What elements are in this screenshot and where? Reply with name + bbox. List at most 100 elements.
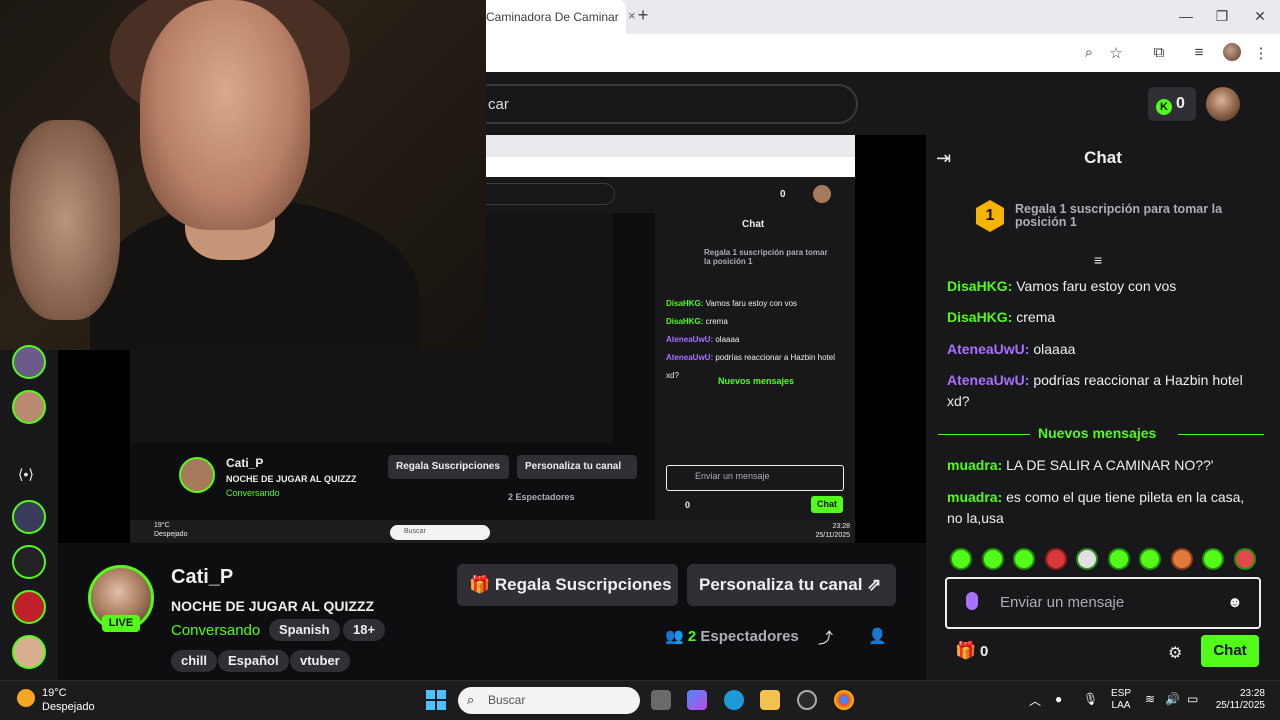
collapse-chat-icon[interactable]: ⇥: [936, 148, 951, 169]
minimize-button[interactable]: —: [1176, 8, 1196, 24]
chat-username[interactable]: DisaHKG: [947, 278, 1008, 294]
maximize-button[interactable]: ❐: [1212, 8, 1232, 25]
extensions-icon[interactable]: ⧉: [1150, 44, 1168, 61]
emote-icon[interactable]: [1139, 548, 1161, 570]
chat-username[interactable]: AteneaUwU: [947, 341, 1025, 357]
emoji-picker-icon[interactable]: ☻: [1227, 594, 1243, 611]
nested-gift-count: 0: [685, 500, 691, 510]
nested-weather: Despejado: [154, 531, 188, 538]
tag-chip[interactable]: chill: [171, 650, 218, 672]
weather-temperature[interactable]: 19°C: [42, 687, 67, 699]
nested-viewers: 2 Espectadores: [508, 492, 575, 502]
media-control-icon[interactable]: ≡: [1190, 44, 1208, 61]
search-icon: ⌕: [467, 692, 475, 707]
stream-category[interactable]: Conversando: [171, 622, 260, 639]
expand-sidebar-icon[interactable]: ⟨•⟩: [18, 466, 34, 483]
wifi-icon[interactable]: ≋: [1145, 692, 1155, 706]
recommended-channel-avatar[interactable]: [12, 590, 46, 624]
chat-username[interactable]: muadra: [947, 489, 998, 505]
new-tab-button[interactable]: +: [633, 5, 653, 26]
chat-title: Chat: [1084, 148, 1122, 167]
emote-icon[interactable]: [950, 548, 972, 570]
chat-message: muadra: es como el que tiene pileta en l…: [947, 487, 1257, 529]
obs-icon[interactable]: [797, 690, 817, 710]
file-explorer-icon[interactable]: [760, 690, 780, 710]
weather-description[interactable]: Despejado: [42, 701, 95, 713]
antivirus-icon[interactable]: ●: [1055, 692, 1062, 706]
edge-icon[interactable]: [724, 690, 744, 710]
kick-coin-icon: K: [1156, 99, 1172, 115]
emote-icon[interactable]: [1234, 548, 1256, 570]
microphone-icon[interactable]: [966, 592, 978, 610]
divider-line: [1178, 434, 1264, 435]
emote-icon[interactable]: [982, 548, 1004, 570]
zoom-icon[interactable]: ⌕: [1080, 44, 1098, 61]
recommended-channel-avatar[interactable]: [12, 635, 46, 669]
share-icon[interactable]: ⤴: [818, 627, 833, 648]
stream-title: NOCHE DE JUGAR AL QUIZZZ: [171, 598, 375, 614]
battery-icon[interactable]: ▭: [1187, 692, 1198, 706]
emote-icon[interactable]: [1076, 548, 1098, 570]
tag-chip[interactable]: vtuber: [290, 650, 350, 672]
nested-gift-button: Regala Suscripciones: [388, 455, 509, 479]
kicks-balance-button[interactable]: K0: [1148, 87, 1196, 121]
windows-start-icon[interactable]: [426, 690, 446, 710]
browser-menu-icon[interactable]: ⋮: [1252, 44, 1270, 62]
chat-username[interactable]: muadra: [947, 457, 998, 473]
language-chip[interactable]: Spanish: [269, 619, 340, 641]
channel-name[interactable]: Cati_P: [171, 566, 233, 589]
nested-chat-messages: DisaHKG: Vamos faru estoy con vos DisaHK…: [666, 299, 835, 380]
bookmark-star-icon[interactable]: ☆: [1107, 44, 1125, 62]
chat-settings-icon[interactable]: ⚙: [1168, 643, 1182, 663]
recommended-channel-avatar[interactable]: [12, 500, 46, 534]
emote-icon[interactable]: [1013, 548, 1035, 570]
start-tile: [437, 701, 446, 710]
keyboard-layout: LAA: [1111, 700, 1131, 711]
emote-icon[interactable]: [1108, 548, 1130, 570]
search-text: car: [488, 96, 509, 113]
taskbar-search-label: Buscar: [488, 693, 526, 707]
gift-box-icon[interactable]: 🎁: [955, 641, 976, 661]
customize-channel-button[interactable]: Personaliza tu canal ⇗: [687, 564, 896, 606]
close-window-button[interactable]: ✕: [1250, 8, 1270, 25]
followed-channel-avatar[interactable]: [12, 390, 46, 424]
microphone-tray-icon[interactable]: 🎙: [1083, 692, 1098, 706]
gift-subs-button[interactable]: 🎁 Regala Suscripciones: [457, 564, 678, 606]
viewer-count: 👥 2 Espectadores: [665, 627, 799, 645]
followed-channel-avatar[interactable]: [12, 345, 46, 379]
viewers-icon: 👥: [665, 628, 688, 645]
clock[interactable]: 23:28 25/11/2025: [1211, 688, 1265, 712]
tray-overflow-icon[interactable]: ︿: [1029, 692, 1041, 709]
language-indicator[interactable]: ESP LAA: [1111, 688, 1131, 712]
gift-icon: 🎁: [469, 575, 495, 594]
nested-channel-title: NOCHE DE JUGAR AL QUIZZZ: [226, 474, 357, 484]
nested-taskbar-search: Buscar: [390, 525, 490, 540]
new-messages-divider[interactable]: Nuevos mensajes: [938, 425, 1264, 443]
volume-icon[interactable]: 🔊: [1165, 692, 1180, 706]
profile-avatar[interactable]: [1223, 43, 1241, 61]
chat-username[interactable]: DisaHKG: [947, 309, 1008, 325]
browser-tab[interactable]: Caminadora De Caminar: [486, 0, 626, 34]
search-input[interactable]: car: [466, 84, 858, 124]
tag-chip[interactable]: Español: [218, 650, 289, 672]
chat-colon: :: [1024, 341, 1030, 357]
weather-icon[interactable]: [17, 689, 35, 707]
chat-message: muadra: LA DE SALIR A CAMINAR NO??': [947, 455, 1257, 476]
task-view-icon[interactable]: [651, 690, 671, 710]
chrome-icon[interactable]: [834, 690, 854, 710]
emote-icon[interactable]: [1202, 548, 1224, 570]
chat-message: DisaHKG: Vamos faru estoy con vos: [947, 276, 1257, 297]
chat-send-button[interactable]: Chat: [1201, 635, 1259, 667]
emote-icon[interactable]: [1171, 548, 1193, 570]
viewers-label: Espectadores: [700, 628, 799, 645]
user-avatar[interactable]: [1206, 87, 1240, 121]
chat-username[interactable]: AteneaUwU: [947, 372, 1025, 388]
nested-gift-label: Regala Suscripciones: [396, 461, 500, 472]
expand-pinned-icon[interactable]: ≡: [1094, 252, 1102, 268]
follow-icon[interactable]: 👤: [868, 627, 887, 645]
copilot-icon[interactable]: [687, 690, 707, 710]
emote-icon[interactable]: [1045, 548, 1067, 570]
taskbar-search[interactable]: Buscar: [458, 687, 640, 714]
recommended-channel-avatar[interactable]: [12, 545, 46, 579]
pinned-gift-prompt[interactable]: Regala 1 suscripción para tomar la posic…: [1015, 203, 1245, 229]
